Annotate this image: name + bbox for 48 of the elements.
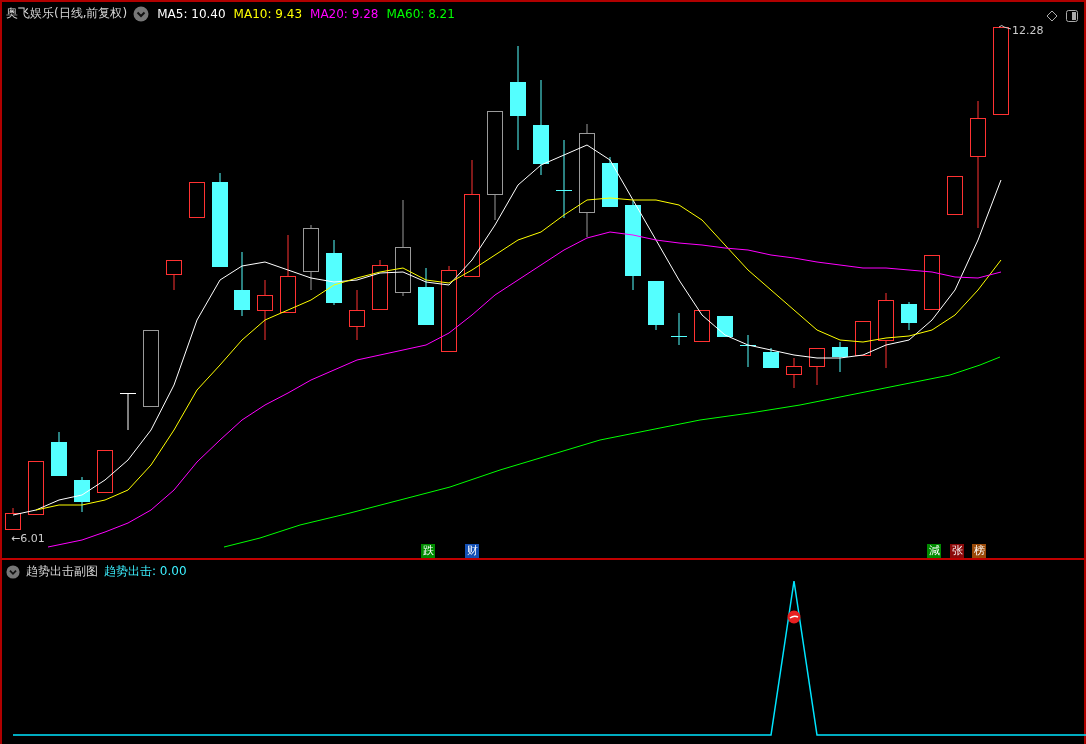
subchart-title: 趋势出击副图 xyxy=(26,563,98,580)
signal-tag: 财 xyxy=(465,544,479,558)
high-price-label: 12.28 xyxy=(1012,24,1044,37)
candlestick xyxy=(671,312,687,346)
low-price-label: ←6.01 xyxy=(11,532,45,545)
candlestick xyxy=(855,320,871,357)
candlestick xyxy=(901,301,917,331)
candlestick xyxy=(648,280,664,331)
diamond-icon[interactable] xyxy=(1046,10,1058,22)
moving-average-value: MA10: 9.43 xyxy=(233,6,303,21)
stock-title: 奥飞娱乐(日线,前复权) xyxy=(6,5,128,22)
candlestick xyxy=(717,315,733,338)
candlestick xyxy=(120,392,136,431)
candlestick xyxy=(74,476,90,513)
signal-tag: 減 xyxy=(927,544,941,558)
chevron-down-icon[interactable] xyxy=(6,564,20,579)
chevron-down-icon[interactable] xyxy=(133,5,150,22)
candlestick xyxy=(97,449,113,494)
moving-average-value: MA20: 9.28 xyxy=(310,6,379,21)
candlestick xyxy=(349,289,365,341)
moving-average-value: MA5: 10.40 xyxy=(157,6,226,21)
indicator-value: 趋势出击: 0.00 xyxy=(104,563,187,580)
signal-tag: 榜 xyxy=(972,544,986,558)
ball-icon xyxy=(787,610,801,624)
candlestick xyxy=(763,347,779,369)
candlestick xyxy=(947,175,963,216)
candlestick xyxy=(257,279,273,341)
candlestick xyxy=(372,259,388,311)
candlestick xyxy=(809,347,825,386)
candlestick xyxy=(51,431,67,477)
candlestick xyxy=(418,267,434,326)
candlestick xyxy=(28,460,44,516)
candlestick xyxy=(924,254,940,311)
signal-tag: 跌 xyxy=(421,544,435,558)
candlestick xyxy=(234,251,250,317)
candlestick xyxy=(166,259,182,291)
candlestick xyxy=(602,156,618,208)
candlestick xyxy=(832,341,848,373)
signal-tag: 张 xyxy=(950,544,964,558)
moving-average-value: MA60: 8.21 xyxy=(386,6,455,21)
candlestick xyxy=(694,309,710,343)
candlestick xyxy=(740,334,756,368)
candlestick xyxy=(5,507,21,531)
candlestick xyxy=(326,239,342,306)
panel-toggle-icon[interactable] xyxy=(1066,10,1078,22)
candlestick xyxy=(786,357,802,389)
candlestick xyxy=(189,181,205,219)
candlestick xyxy=(303,224,319,291)
